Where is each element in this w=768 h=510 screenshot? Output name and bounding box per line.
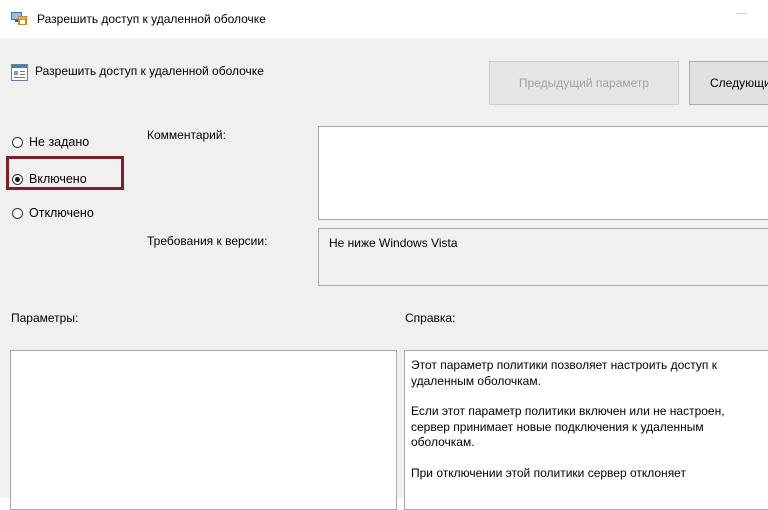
help-paragraph: Если этот параметр политики включен или … xyxy=(411,404,725,449)
version-requirements-field: Не ниже Windows Vista xyxy=(318,228,768,286)
parameters-panel[interactable] xyxy=(10,350,397,510)
radio-disabled[interactable]: Отключено xyxy=(12,206,94,220)
help-paragraph: Этот параметр политики позволяет настрои… xyxy=(411,358,717,388)
window-title: Разрешить доступ к удаленной оболочке xyxy=(37,12,266,26)
minimize-button[interactable] xyxy=(736,13,747,14)
radio-label: Отключено xyxy=(29,206,94,220)
parameters-label: Параметры: xyxy=(11,311,79,325)
policy-window-icon xyxy=(11,12,27,25)
title-bar: Разрешить доступ к удаленной оболочке xyxy=(0,0,768,38)
version-label: Требования к версии: xyxy=(147,234,268,248)
comment-field[interactable] xyxy=(318,126,768,220)
previous-setting-button[interactable]: Предыдущий параметр xyxy=(489,61,679,105)
help-panel[interactable]: Этот параметр политики позволяет настрои… xyxy=(404,350,768,510)
radio-button-icon xyxy=(12,136,23,148)
policy-title: Разрешить доступ к удаленной оболочке xyxy=(35,64,264,78)
radio-enabled[interactable]: Включено xyxy=(12,172,87,186)
radio-button-icon xyxy=(12,207,23,219)
help-label: Справка: xyxy=(405,311,456,325)
next-setting-button[interactable]: Следующий параметр xyxy=(689,61,768,105)
radio-not-configured[interactable]: Не задано xyxy=(12,135,89,149)
radio-label: Не задано xyxy=(29,135,90,149)
help-paragraph: При отключении этой политики сервер откл… xyxy=(411,465,686,480)
radio-label: Включено xyxy=(29,172,87,186)
version-value: Не ниже Windows Vista xyxy=(329,236,458,250)
policy-setting-icon xyxy=(11,64,28,81)
radio-button-selected-icon xyxy=(12,173,23,185)
comment-label: Комментарий: xyxy=(147,128,226,142)
